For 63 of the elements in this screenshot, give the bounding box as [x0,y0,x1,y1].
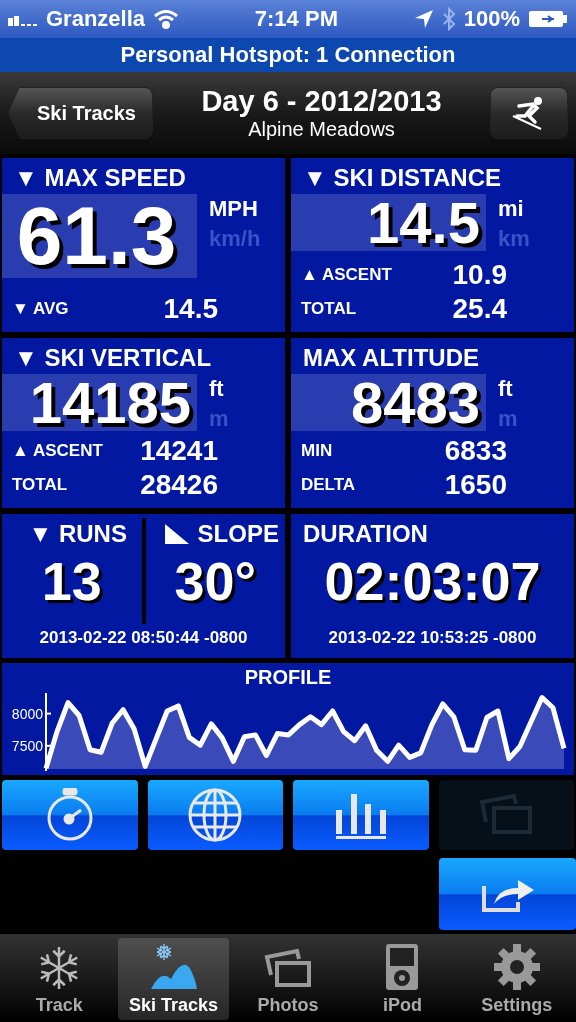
action-button[interactable] [147,780,283,850]
tab-item[interactable]: Photos [232,938,344,1020]
axis-label: 8000 [11,705,43,722]
stat-title: MAX ALTITUDE [302,343,480,373]
stat-title: SLOPE [197,520,279,548]
stat-value: 14241 [139,435,218,467]
unit-label[interactable]: MPH [209,194,261,224]
ipod-icon [385,943,420,991]
stat-title: ▼ SKI DISTANCE [302,163,502,193]
stat-value: 61.3 [2,194,197,278]
stat-title: ▼ MAX SPEED [13,163,187,193]
action-button[interactable] [2,780,138,850]
timestamp: 2013-02-22 10:53:25 -0800 [327,627,538,649]
chart-title: PROFILE [244,665,332,689]
globe-icon [187,787,244,843]
unit-label[interactable]: mi [498,194,530,224]
stat-value: 6833 [443,435,507,467]
stat-label: ▼ AVG [12,299,70,319]
stat-value: 10.9 [451,259,507,291]
stat-value: 30° [174,550,257,612]
stat-title: DURATION [302,519,429,549]
nav-subtitle: Alpine Meadows [248,118,395,141]
stat-value: 25.4 [451,293,507,325]
tab-item[interactable]: iPod [347,938,458,1020]
stat-value: 1650 [443,469,507,501]
tab-item[interactable]: Settings [461,938,573,1020]
action-button[interactable] [293,780,429,850]
axis-label: 7500 [11,737,43,754]
battery-percent: 100% [463,6,520,32]
stat-value: 14185 [2,374,197,431]
stat-label: MIN [301,441,334,461]
nav-title: Day 6 - 2012/2013 [201,85,442,118]
tab-item[interactable]: Track [4,938,115,1020]
stat-label: TOTAL [301,299,358,319]
bluetooth-icon [441,7,456,31]
stat-value: 14.5 [291,194,486,251]
snowy-mountain-icon [148,941,199,991]
back-button[interactable]: Ski Tracks [8,87,153,139]
unit-label[interactable]: ft [209,374,229,404]
stat-value: 02:03:07 [324,550,541,613]
stat-title: ▼ SKI VERTICAL [13,343,213,373]
battery-icon [528,10,568,28]
skier-button[interactable] [490,87,568,139]
carrier-name: Granzella [46,6,146,32]
share-button[interactable] [439,858,576,930]
stat-title: ▼ RUNS [27,519,127,549]
wifi-icon [153,9,180,29]
stat-value: 13 [41,550,102,612]
stat-value: 14.5 [162,293,218,325]
tab-item[interactable]: Ski Tracks [118,938,229,1020]
slope-icon [163,523,190,545]
stat-value: 28426 [139,469,218,501]
stat-label: TOTAL [12,475,69,495]
stat-label: ▲ ASCENT [12,441,104,461]
timestamp: 2013-02-22 08:50:44 -0800 [38,627,249,649]
clock-time: 7:14 PM [254,6,338,32]
stat-value: 8483 [291,374,486,431]
location-arrow-icon [413,9,434,29]
settings-icon [492,943,541,991]
hotspot-banner[interactable]: Personal Hotspot: 1 Connection [0,38,576,72]
stat-label: ▲ ASCENT [301,265,393,285]
stat-label: DELTA [301,475,357,495]
unit-label[interactable]: ft [498,374,518,404]
